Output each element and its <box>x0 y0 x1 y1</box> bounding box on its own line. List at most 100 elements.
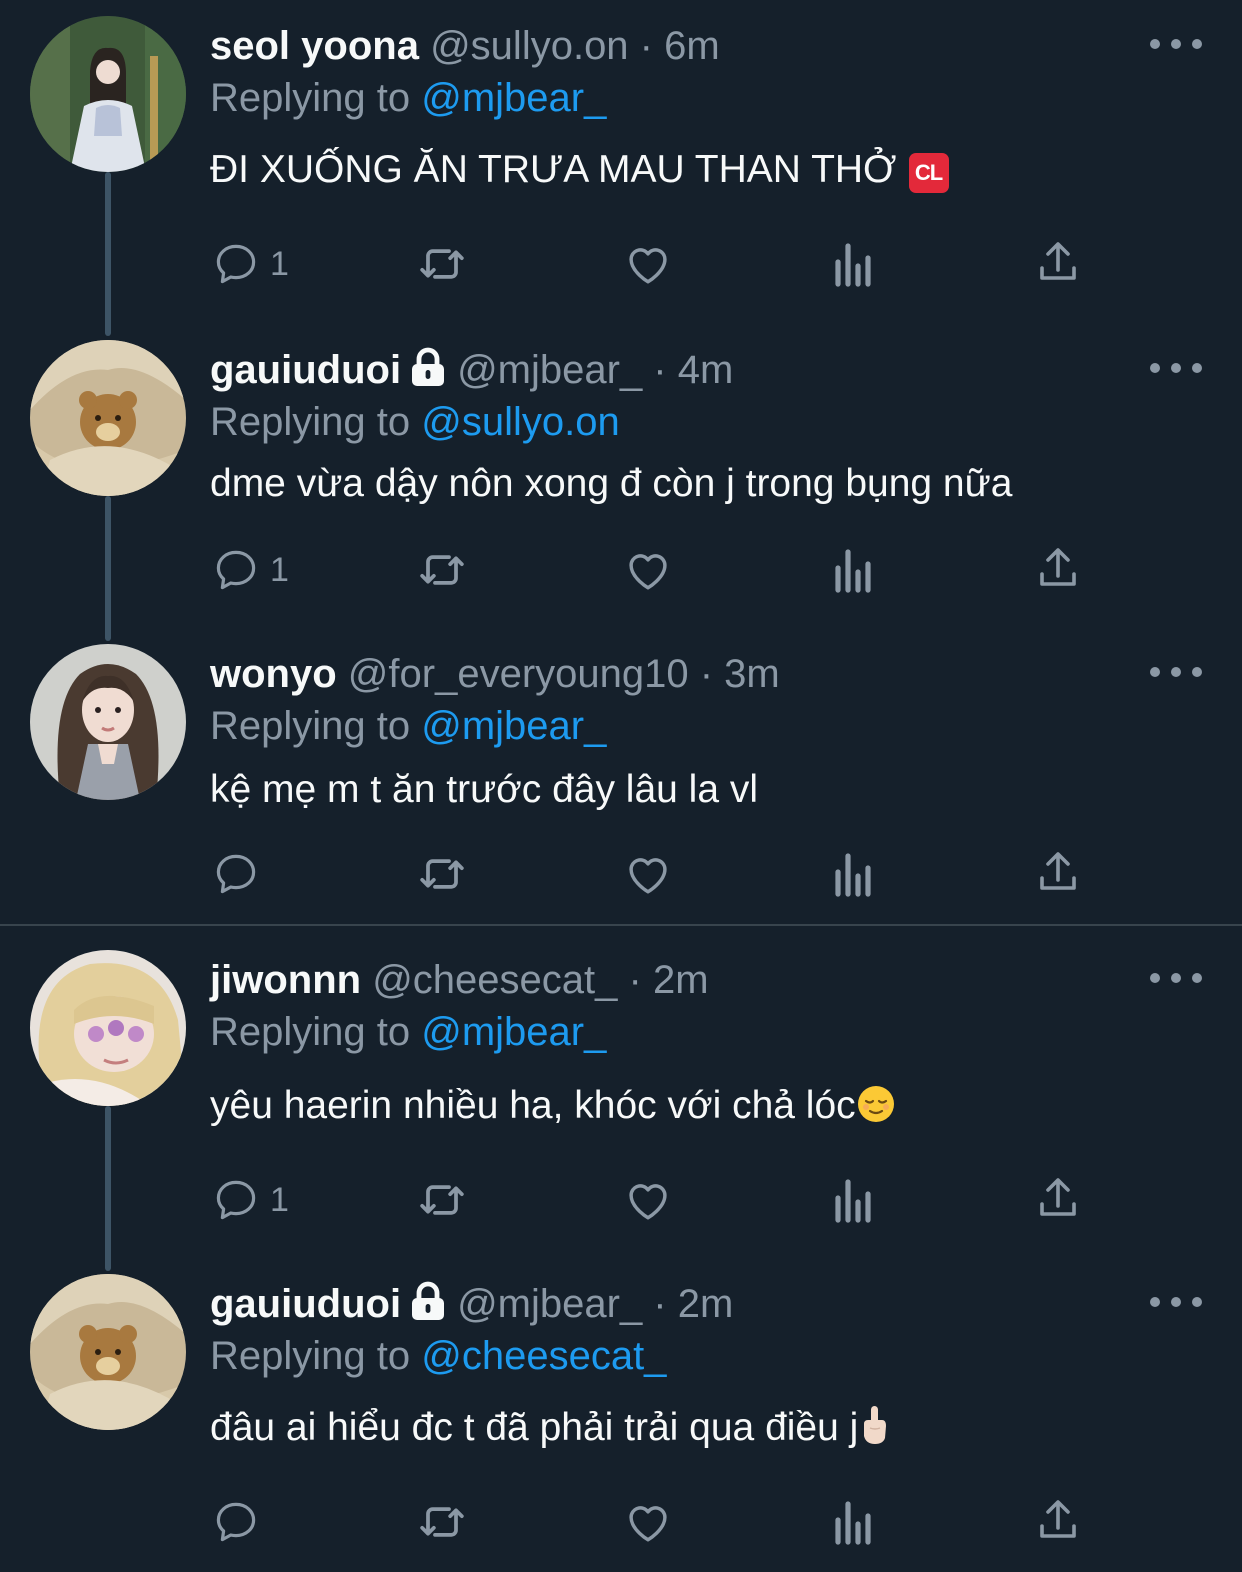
retweet-button[interactable] <box>414 1170 470 1230</box>
replying-to-handle[interactable]: @cheesecat_ <box>421 1334 666 1378</box>
views-button[interactable] <box>830 540 878 600</box>
handle-and-time[interactable]: @for_everyoung10 · 3m <box>348 652 780 696</box>
heart-icon <box>629 248 667 284</box>
reply-bubble-icon <box>216 1502 256 1542</box>
views-button[interactable] <box>830 1492 878 1552</box>
more-dots-icon[interactable] <box>1150 658 1202 686</box>
handle-and-time[interactable]: @mjbear_ · 2m <box>457 1282 733 1326</box>
replying-to-handle[interactable]: @mjbear_ <box>421 704 606 748</box>
replying-to-line: Replying to @mjbear_ <box>210 1008 606 1056</box>
avatar-photo <box>30 1274 186 1430</box>
more-dots-icon[interactable] <box>1150 354 1202 382</box>
replying-to-label: Replying to <box>210 704 422 748</box>
replying-to-line: Replying to @cheesecat_ <box>210 1332 666 1380</box>
like-button[interactable] <box>622 1170 674 1230</box>
tweet-actions: 1 <box>0 1170 1242 1230</box>
tweet-text: dme vừa dậy nôn xong đ còn j trong bụng … <box>210 460 1012 508</box>
replying-to-handle[interactable]: @mjbear_ <box>421 76 606 120</box>
display-name[interactable]: seol yoona <box>210 24 419 68</box>
avatar[interactable] <box>30 644 186 800</box>
handle-and-time[interactable]: @sullyo.on · 6m <box>430 24 720 68</box>
avatar-photo <box>30 16 186 172</box>
tweet-text-content: kệ mẹ m t ăn trước đây lâu la vl <box>210 768 759 811</box>
handle-and-time[interactable]: @mjbear_ · 4m <box>457 348 733 392</box>
like-button[interactable] <box>622 1492 674 1552</box>
avatar-photo <box>30 950 186 1106</box>
avatar[interactable] <box>30 16 186 172</box>
more-dots-icon[interactable] <box>1150 30 1202 58</box>
share-icon <box>1040 852 1076 890</box>
tweet-header: gauiuduoi @mjbear_ · 4m <box>210 346 733 394</box>
display-name[interactable]: gauiuduoi <box>210 348 401 392</box>
share-icon <box>1040 548 1076 586</box>
avatar[interactable] <box>30 1274 186 1430</box>
tweet-text: yêu haerin nhiều ha, khóc với chả lóc <box>210 1082 896 1130</box>
tweet-header: wonyo @for_everyoung10 · 3m <box>210 650 780 698</box>
reply-bubble-icon <box>216 550 256 590</box>
avatar-photo <box>30 340 186 496</box>
reply-button[interactable]: 1 <box>212 540 312 600</box>
share-button[interactable] <box>1034 1492 1082 1552</box>
more-dots-icon[interactable] <box>1150 964 1202 992</box>
replying-to-label: Replying to <box>210 1334 422 1378</box>
retweet-button[interactable] <box>414 540 470 600</box>
tweet-actions <box>0 1492 1242 1552</box>
retweet-icon <box>420 1185 464 1215</box>
reply-bubble-icon <box>216 244 256 284</box>
reply-count: 1 <box>270 245 289 283</box>
tweet-actions <box>0 844 1242 904</box>
reply-button[interactable]: 1 <box>212 234 312 294</box>
reply-button[interactable] <box>212 1492 312 1552</box>
like-button[interactable] <box>622 540 674 600</box>
avatar[interactable] <box>30 950 186 1106</box>
share-icon <box>1040 1178 1076 1216</box>
replying-to-handle[interactable]: @sullyo.on <box>421 400 619 444</box>
tweet-text: ĐI XUỐNG ĂN TRƯA MAU THAN THỞ CL <box>210 146 949 194</box>
like-button[interactable] <box>622 844 674 904</box>
tweet-actions: 1 <box>0 540 1242 600</box>
thread-divider <box>0 924 1242 926</box>
tweet-header: jiwonnn @cheesecat_ · 2m <box>210 956 709 1004</box>
replying-to-label: Replying to <box>210 76 422 120</box>
display-name[interactable]: gauiuduoi <box>210 1282 401 1326</box>
share-icon <box>1040 1500 1076 1538</box>
share-icon <box>1040 242 1076 280</box>
more-dots-icon[interactable] <box>1150 1288 1202 1316</box>
reply-count: 1 <box>270 1181 289 1219</box>
share-button[interactable] <box>1034 234 1082 294</box>
reply-count: 1 <box>270 551 289 589</box>
retweet-icon <box>420 1507 464 1537</box>
views-button[interactable] <box>830 1170 878 1230</box>
display-name[interactable]: wonyo <box>210 652 337 696</box>
views-button[interactable] <box>830 844 878 904</box>
display-name[interactable]: jiwonnn <box>210 958 361 1002</box>
like-button[interactable] <box>622 234 674 294</box>
lock-icon <box>412 1281 445 1320</box>
share-button[interactable] <box>1034 540 1082 600</box>
tweet-text: đâu ai hiểu đc t đã phải trải qua điều j <box>210 1404 890 1452</box>
replying-to-handle[interactable]: @mjbear_ <box>421 1010 606 1054</box>
replying-to-line: Replying to @sullyo.on <box>210 398 620 446</box>
views-chart-icon <box>835 1179 871 1223</box>
heart-icon <box>629 554 667 590</box>
avatar-photo <box>30 644 186 800</box>
hand-emoji-icon <box>864 1406 887 1444</box>
retweet-button[interactable] <box>414 1492 470 1552</box>
handle-and-time[interactable]: @cheesecat_ · 2m <box>372 958 708 1002</box>
share-button[interactable] <box>1034 1170 1082 1230</box>
cl-emoji: CL <box>908 153 949 193</box>
reply-button[interactable]: 1 <box>212 1170 312 1230</box>
tweet-header: gauiuduoi @mjbear_ · 2m <box>210 1280 733 1328</box>
replying-to-line: Replying to @mjbear_ <box>210 702 606 750</box>
heart-icon <box>629 1506 667 1542</box>
lock-icon <box>412 347 445 386</box>
retweet-button[interactable] <box>414 234 470 294</box>
reply-button[interactable] <box>212 844 312 904</box>
tweet-text-content: dme vừa dậy nôn xong đ còn j trong bụng … <box>210 462 1013 505</box>
tweet-actions: 1 <box>0 234 1242 294</box>
share-button[interactable] <box>1034 844 1082 904</box>
avatar[interactable] <box>30 340 186 496</box>
retweet-button[interactable] <box>414 844 470 904</box>
views-button[interactable] <box>830 234 878 294</box>
tweet-text-content: ĐI XUỐNG ĂN TRƯA MAU THAN THỞ <box>210 148 897 191</box>
